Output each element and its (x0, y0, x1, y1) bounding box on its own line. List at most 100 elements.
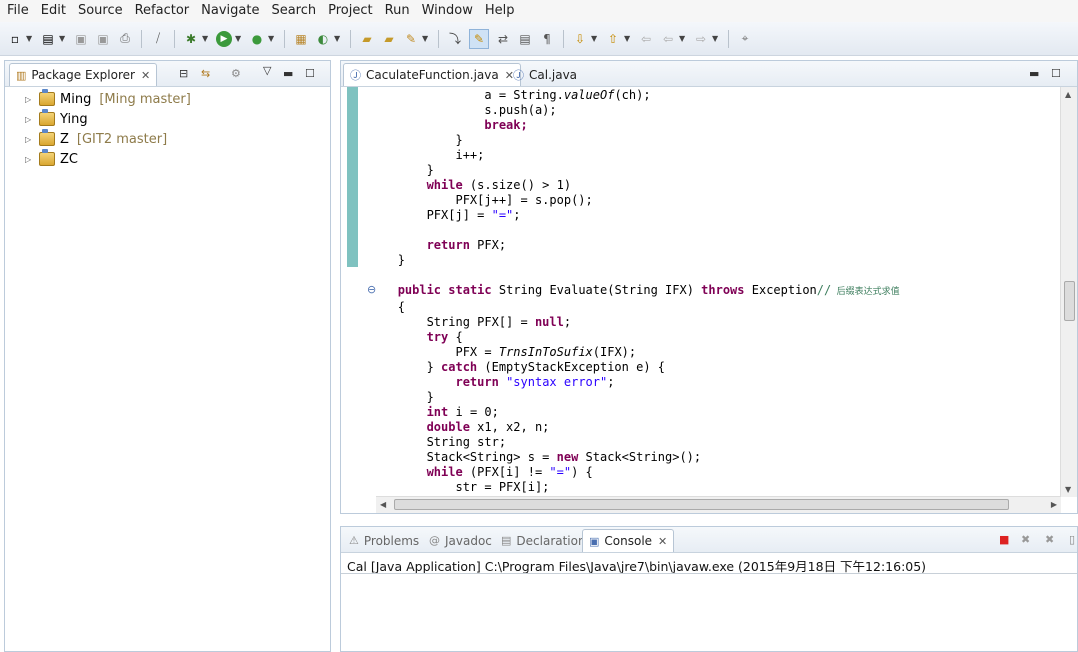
expand-arrow-icon[interactable]: ▷ (25, 135, 35, 144)
expand-arrow-icon[interactable]: ▷ (25, 95, 35, 104)
print-icon[interactable]: ⎙ (117, 31, 133, 47)
project-folder-icon (39, 129, 55, 146)
editor-vertical-scrollbar[interactable]: ▲ ▼ (1060, 87, 1077, 497)
maximize-icon[interactable]: ☐ (1051, 67, 1061, 80)
remove-all-terminated-icon[interactable]: ✖ (1045, 533, 1054, 546)
show-whitespace-icon[interactable]: ¶ (539, 31, 555, 47)
code-editor[interactable]: ⊖ a = String.valueOf(ch); s.push(a); bre… (341, 87, 1077, 513)
filter-icon[interactable]: ⚙ (231, 67, 241, 80)
expand-arrow-icon[interactable]: ▷ (25, 115, 35, 124)
close-icon[interactable]: ✕ (141, 69, 150, 82)
menu-window[interactable]: Window (416, 0, 479, 22)
fold-collapse-icon[interactable]: ⊖ (367, 283, 376, 296)
close-icon[interactable]: ✕ (658, 535, 667, 548)
new-dropdown-icon[interactable]: ▼ (26, 34, 33, 43)
new-package-dropdown-icon[interactable]: ▼ (59, 34, 66, 43)
previous-edit-icon[interactable]: ⇧ (605, 31, 621, 47)
editor-horizontal-scrollbar[interactable]: ◀ ▶ (376, 496, 1061, 513)
link-with-editor-icon[interactable]: ⇆ (201, 67, 210, 80)
run-icon[interactable]: ▶ (216, 30, 232, 47)
menu-navigate[interactable]: Navigate (195, 0, 265, 22)
menu-file[interactable]: File (0, 0, 35, 22)
tab-declaration[interactable]: ▤ Declaration (495, 529, 592, 552)
project-z[interactable]: ▷ Z [GIT2 master] (5, 129, 167, 149)
code-line-22: int i = 0; (426, 405, 499, 419)
scroll-up-icon[interactable]: ▲ (1065, 90, 1071, 99)
maximize-icon[interactable]: ☐ (305, 67, 315, 80)
vertical-scroll-thumb[interactable] (1064, 281, 1075, 321)
block-selection-icon[interactable]: ▤ (517, 31, 533, 47)
run-dropdown-icon[interactable]: ▼ (235, 34, 242, 43)
next-edit-dropdown-icon[interactable]: ▼ (591, 34, 598, 43)
back-icon[interactable]: ⇦ (660, 31, 676, 47)
remove-launch-icon[interactable]: ✖ (1021, 533, 1030, 546)
debug-dropdown-icon[interactable]: ▼ (202, 34, 209, 43)
scroll-right-icon[interactable]: ▶ (1051, 500, 1057, 509)
open-type-icon[interactable]: ▰ (359, 31, 375, 47)
code-text[interactable]: a = String.valueOf(ch); s.push(a); break… (376, 88, 900, 495)
previous-edit-dropdown-icon[interactable]: ▼ (624, 34, 631, 43)
scroll-left-icon[interactable]: ◀ (380, 500, 386, 509)
search-dropdown-icon[interactable]: ▼ (422, 34, 429, 43)
forward-icon[interactable]: ⇨ (693, 31, 709, 47)
open-task-icon[interactable]: ▰ (381, 31, 397, 47)
project-ying[interactable]: ▷ Ying (5, 109, 88, 129)
editor-tab-label: CaculateFunction.java (366, 68, 499, 82)
collapse-all-icon[interactable]: ⊟ (179, 67, 188, 80)
last-edit-location-icon[interactable]: ⇦ (638, 31, 654, 47)
new-package-icon[interactable]: ▤ (40, 31, 56, 47)
new-icon[interactable]: ▫ (7, 31, 23, 47)
next-annotation-icon[interactable]: ⤵ (447, 31, 463, 47)
terminate-icon[interactable]: ■ (999, 533, 1009, 546)
menu-project[interactable]: Project (322, 0, 378, 22)
skip-breakpoints-icon[interactable]: ⧸ (150, 31, 166, 47)
expand-arrow-icon[interactable]: ▷ (25, 155, 35, 164)
pin-editor-icon[interactable]: ⌖ (737, 31, 753, 47)
save-icon[interactable]: ▣ (73, 31, 89, 47)
back-dropdown-icon[interactable]: ▼ (679, 34, 686, 43)
project-zc[interactable]: ▷ ZC (5, 149, 78, 169)
tab-label: Console (604, 534, 653, 548)
new-class-icon[interactable]: ◐ (315, 31, 331, 47)
console-icon: ▣ (589, 534, 600, 548)
editor-panel: Ⓙ CaculateFunction.java ✕ Ⓙ Cal.java ▬ ☐… (340, 60, 1078, 514)
debug-icon[interactable]: ✱ (183, 31, 199, 47)
mark-occurrences-icon[interactable]: ✎ (469, 28, 489, 49)
next-edit-icon[interactable]: ⇩ (572, 31, 588, 47)
word-wrap-icon[interactable]: ⇄ (495, 31, 511, 47)
forward-dropdown-icon[interactable]: ▼ (712, 34, 719, 43)
tab-problems[interactable]: ⚠ Problems (343, 529, 425, 552)
external-tools-icon[interactable]: ● (249, 31, 265, 47)
minimize-icon[interactable]: ▬ (283, 67, 293, 80)
external-tools-dropdown-icon[interactable]: ▼ (268, 34, 275, 43)
new-java-project-icon[interactable]: ▦ (293, 31, 309, 47)
tab-caculatefunction-java[interactable]: Ⓙ CaculateFunction.java ✕ (343, 63, 521, 86)
package-explorer-tab-label: Package Explorer (31, 68, 135, 82)
view-menu-chevron-down-icon[interactable]: ▽ (263, 64, 271, 77)
menu-help[interactable]: Help (479, 0, 521, 22)
menu-source[interactable]: Source (72, 0, 129, 22)
menu-search[interactable]: Search (265, 0, 322, 22)
project-ming[interactable]: ▷ Ming [Ming master] (5, 89, 191, 109)
tab-javadoc[interactable]: @ Javadoc (423, 529, 498, 552)
menu-edit[interactable]: Edit (35, 0, 72, 22)
tab-cal-java[interactable]: Ⓙ Cal.java (507, 63, 583, 86)
tab-package-explorer[interactable]: ▥ Package Explorer ✕ (9, 63, 158, 86)
menu-refactor[interactable]: Refactor (129, 0, 196, 22)
search-icon[interactable]: ✎ (403, 31, 419, 47)
clear-console-icon[interactable]: ▯ (1069, 533, 1075, 546)
menu-run[interactable]: Run (379, 0, 416, 22)
code-line-4: } (455, 133, 463, 147)
new-class-dropdown-icon[interactable]: ▼ (334, 34, 341, 43)
minimize-icon[interactable]: ▬ (1029, 67, 1039, 80)
horizontal-scroll-thumb[interactable] (394, 499, 1009, 510)
tab-console[interactable]: ▣ Console ✕ (582, 529, 675, 552)
scroll-down-icon[interactable]: ▼ (1065, 485, 1071, 494)
save-all-icon[interactable]: ▣ (95, 31, 111, 47)
editor-tabbar: Ⓙ CaculateFunction.java ✕ Ⓙ Cal.java ▬ ☐ (341, 61, 1077, 87)
code-line-20: return "syntax error"; (455, 375, 615, 389)
